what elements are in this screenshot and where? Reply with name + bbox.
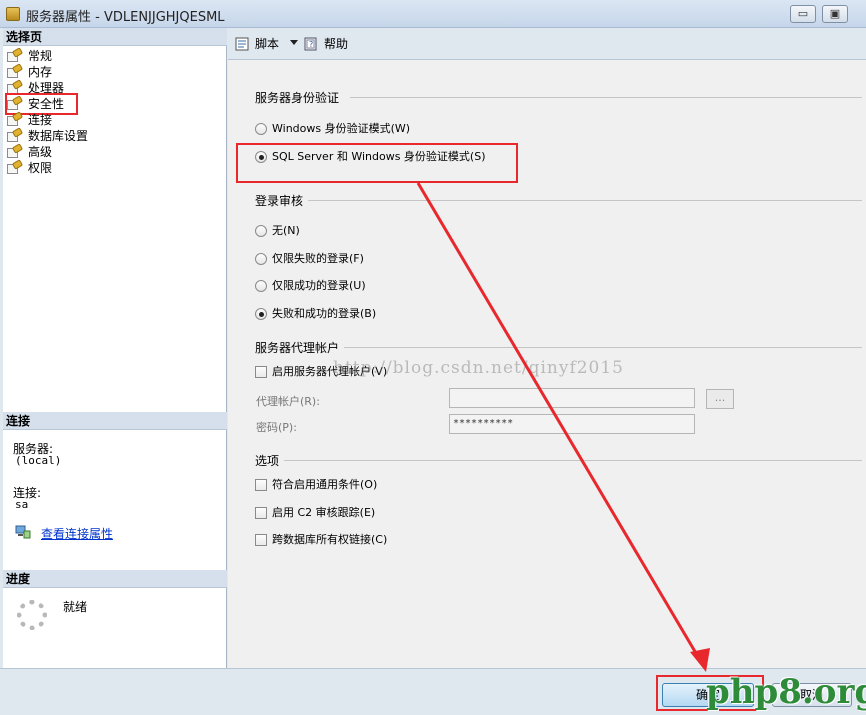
help-label: 帮助 [324, 37, 349, 51]
options-title: 选项 [255, 454, 280, 468]
page-item-advanced[interactable]: 高级 [7, 143, 53, 160]
progress-spinner-icon [17, 600, 47, 630]
connection-header: 连接 [3, 412, 227, 430]
right-pane: 脚本 ? 帮助 服务器身份验证 Windows 身份验证模式(W) SQL Se… [228, 28, 866, 668]
common-criteria-checkbox[interactable]: 符合启用通用条件(O) [255, 477, 377, 493]
page-item-label: 常规 [28, 49, 53, 63]
radio-icon [255, 253, 267, 265]
audit-none-label: 无(N) [272, 224, 300, 237]
mixed-auth-highlight-box [236, 143, 518, 183]
script-icon [235, 37, 249, 51]
divider [350, 97, 862, 98]
divider [344, 347, 862, 348]
script-dropdown-caret-icon[interactable] [290, 40, 298, 45]
audit-both-label: 失败和成功的登录(B) [272, 307, 377, 320]
audit-failed-label: 仅限失败的登录(F) [272, 252, 364, 265]
checkbox-icon [255, 534, 267, 546]
page-wrench-icon [7, 143, 24, 158]
page-item-label: 连接 [28, 113, 53, 127]
maximize-button[interactable]: ▣ [822, 5, 848, 23]
title-bar: 服务器属性 - VDLENJJGHJQESML ▭ ▣ [0, 0, 866, 28]
select-page-header: 选择页 [3, 28, 227, 46]
page-wrench-icon [7, 63, 24, 78]
page-item-database-settings[interactable]: 数据库设置 [7, 127, 89, 144]
page-wrench-icon [7, 159, 24, 174]
windows-auth-label: Windows 身份验证模式(W) [272, 122, 411, 135]
page-item-memory[interactable]: 内存 [7, 63, 53, 80]
divider [284, 460, 862, 461]
connection-properties-icon [15, 525, 31, 539]
radio-icon [255, 225, 267, 237]
proxy-browse-button[interactable]: ... [706, 389, 734, 409]
help-book-icon: ? [304, 37, 317, 51]
server-auth-title: 服务器身份验证 [255, 91, 340, 105]
page-wrench-icon [7, 47, 24, 62]
page-item-label: 内存 [28, 65, 53, 79]
radio-icon [255, 123, 267, 135]
page-item-connections[interactable]: 连接 [7, 111, 53, 128]
page-item-label: 权限 [28, 161, 53, 175]
connection-value: sa [15, 498, 29, 511]
window-title: 服务器属性 - VDLENJJGHJQESML [26, 10, 225, 25]
audit-success-radio[interactable]: 仅限成功的登录(U) [255, 278, 366, 294]
cross-db-chaining-checkbox[interactable]: 跨数据库所有权链接(C) [255, 532, 387, 548]
toolbar: 脚本 ? 帮助 [228, 28, 866, 60]
checkbox-icon [255, 507, 267, 519]
checkbox-icon [255, 479, 267, 491]
page-wrench-icon [7, 127, 24, 142]
page-item-permissions[interactable]: 权限 [7, 159, 53, 176]
progress-status: 就绪 [63, 600, 88, 614]
page-item-general[interactable]: 常规 [7, 47, 53, 64]
password-field[interactable]: ********** [449, 414, 695, 434]
password-label: 密码(P): [256, 421, 297, 434]
proxy-account-title: 服务器代理帐户 [255, 341, 340, 355]
proxy-account-label: 代理帐户(R): [256, 395, 320, 408]
radio-icon [255, 280, 267, 292]
page-item-label: 高级 [28, 145, 53, 159]
c2-audit-label: 启用 C2 审核跟踪(E) [272, 506, 376, 519]
page-wrench-icon [7, 111, 24, 126]
help-button[interactable]: ? 帮助 [304, 36, 348, 52]
login-audit-title: 登录审核 [255, 194, 304, 208]
progress-header: 进度 [3, 570, 227, 588]
watermark-text: http://blog.csdn.net/qinyf2015 [333, 358, 624, 378]
checkbox-icon [255, 366, 267, 378]
svg-text:?: ? [309, 40, 313, 49]
proxy-account-field[interactable] [449, 388, 695, 408]
cross-db-chaining-label: 跨数据库所有权链接(C) [272, 533, 388, 546]
php8-logo: php8.org [706, 672, 866, 712]
audit-success-label: 仅限成功的登录(U) [272, 279, 366, 292]
view-connection-properties-link[interactable]: 查看连接属性 [41, 525, 113, 542]
audit-none-radio[interactable]: 无(N) [255, 223, 300, 239]
page-item-label: 数据库设置 [28, 129, 89, 143]
c2-audit-checkbox[interactable]: 启用 C2 审核跟踪(E) [255, 505, 375, 521]
windows-auth-radio[interactable]: Windows 身份验证模式(W) [255, 121, 410, 137]
audit-both-radio[interactable]: 失败和成功的登录(B) [255, 306, 376, 322]
app-icon [6, 7, 20, 21]
audit-failed-radio[interactable]: 仅限失败的登录(F) [255, 251, 364, 267]
minimize-button[interactable]: ▭ [790, 5, 816, 23]
divider [308, 200, 862, 201]
script-label: 脚本 [255, 37, 280, 51]
left-pane: 选择页 常规 内存 处理器 安全性 连接 数据库设置 高级 权限 连接 服务器:… [3, 28, 227, 668]
radio-selected-icon [255, 308, 267, 320]
script-button[interactable]: 脚本 [235, 36, 279, 52]
server-value: (local) [15, 454, 62, 467]
common-criteria-label: 符合启用通用条件(O) [272, 478, 378, 491]
